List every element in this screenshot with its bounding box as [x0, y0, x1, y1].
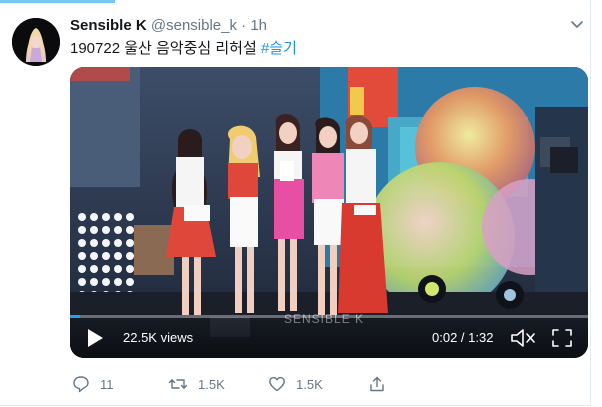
video-timecode: 0:02 / 1:32: [432, 330, 494, 345]
tweet-actions: 11 1.5K 1.5K: [70, 373, 390, 397]
volume-muted-icon[interactable]: [510, 327, 536, 349]
tweet-text: 190722 울산 음악중심 리허설 #슬기: [70, 39, 297, 59]
like-count: 1.5K: [296, 376, 323, 392]
hashtag-link[interactable]: #슬기: [261, 40, 297, 57]
avatar[interactable]: [12, 18, 60, 66]
user-handle[interactable]: @sensible_k: [151, 17, 237, 34]
video-player[interactable]: SENSIBLE K 22.5K views 0:02 / 1:32: [70, 67, 588, 358]
top-accent-bar: [0, 0, 115, 3]
reply-button[interactable]: 11: [72, 373, 114, 395]
retweet-count: 1.5K: [198, 376, 225, 392]
view-count: 22.5K views: [123, 330, 194, 345]
video-controls: 22.5K views 0:02 / 1:32: [70, 318, 588, 358]
display-name[interactable]: Sensible K: [70, 17, 147, 34]
profile-avatar-image: [12, 18, 60, 66]
fullscreen-icon[interactable]: [550, 327, 574, 349]
share-button[interactable]: [368, 373, 396, 395]
play-icon[interactable]: [84, 327, 106, 349]
tweet-body: 190722 울산 음악중심 리허설: [70, 40, 261, 57]
reply-icon: [73, 376, 89, 393]
retweet-button[interactable]: 1.5K: [168, 373, 225, 395]
chevron-down-icon[interactable]: [570, 17, 584, 31]
reply-count: 11: [100, 376, 114, 392]
tweet-header: Sensible K @sensible_k · 1h: [70, 16, 267, 36]
share-icon: [370, 376, 384, 392]
retweet-icon: [168, 379, 188, 389]
like-button[interactable]: 1.5K: [268, 373, 323, 395]
header-separator: ·: [241, 17, 247, 34]
like-icon: [269, 376, 285, 392]
tweet-time[interactable]: 1h: [250, 17, 267, 34]
